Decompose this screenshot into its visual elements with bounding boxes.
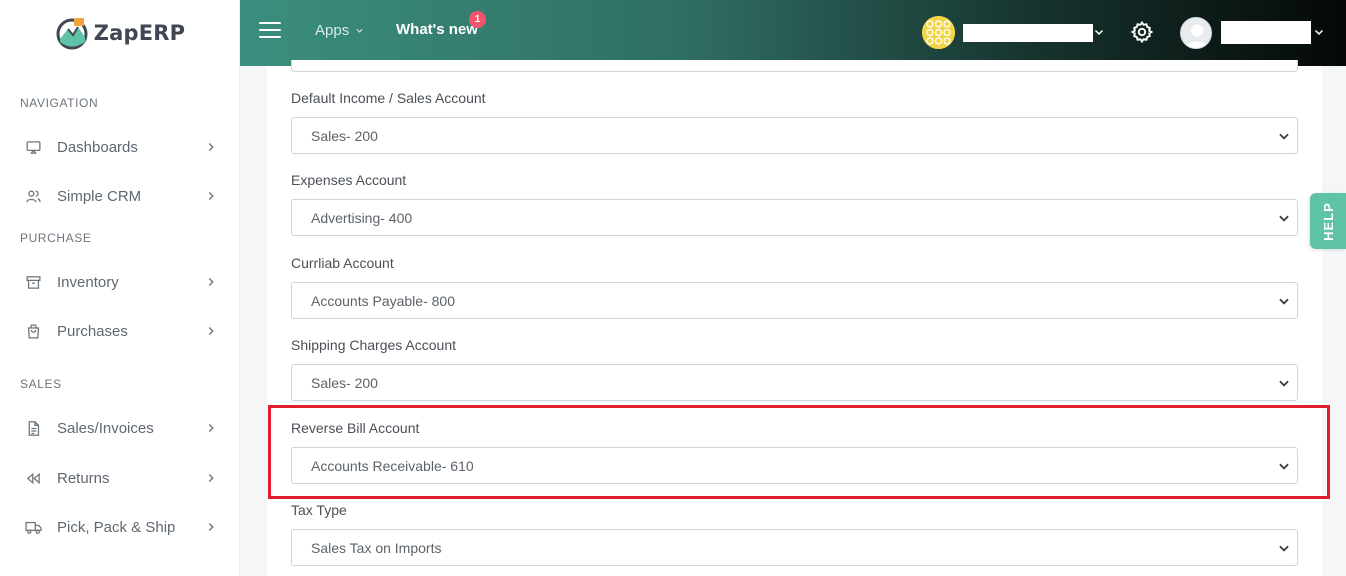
chevron-right-icon [208, 424, 214, 432]
sidebar-item-label: Dashboards [57, 138, 138, 156]
select-value: Accounts Receivable- 610 [311, 457, 474, 474]
chevron-right-icon [208, 327, 214, 335]
sidebar-item-label: Inventory [57, 273, 119, 291]
user-avatar[interactable] [1180, 17, 1212, 49]
nav-section-purchase: PURCHASE [20, 231, 92, 245]
redacted-organization-name[interactable] [963, 24, 1093, 42]
sidebar-item-simple-crm[interactable]: Simple CRM [0, 176, 240, 216]
currliab-account-select[interactable]: Accounts Payable- 800 [291, 282, 1298, 319]
sidebar-item-label: Returns [57, 469, 110, 487]
apps-menu[interactable]: Apps [315, 22, 364, 39]
sidebar: ZapERP NAVIGATION Dashboards Simple CRM … [0, 0, 240, 576]
organization-logo-icon [922, 16, 955, 49]
chevron-down-icon [1279, 298, 1289, 305]
user-placeholder-icon [1181, 18, 1211, 48]
truck-icon [24, 518, 42, 536]
chevron-down-icon [1279, 545, 1289, 552]
top-header: Apps What's new 1 [240, 0, 1346, 66]
nav-section-sales: SALES [20, 377, 62, 391]
sidebar-item-inventory[interactable]: Inventory [0, 262, 240, 302]
chevron-right-icon [208, 278, 214, 286]
organization-avatar[interactable] [922, 16, 955, 49]
file-text-icon [24, 419, 42, 437]
field-label-shipping-charges: Shipping Charges Account [291, 337, 456, 353]
sidebar-item-returns[interactable]: Returns [0, 458, 240, 498]
chevron-down-icon [356, 28, 363, 33]
expenses-account-select[interactable]: Advertising- 400 [291, 199, 1298, 236]
select-value: Sales- 200 [311, 127, 378, 144]
whats-new-link[interactable]: What's new [396, 21, 478, 38]
rewind-icon [24, 469, 42, 487]
chevron-down-icon[interactable] [1093, 24, 1105, 40]
apps-menu-label: Apps [315, 22, 350, 39]
brand-name: ZapERP [93, 21, 186, 45]
field-label-default-income: Default Income / Sales Account [291, 90, 486, 106]
gear-icon[interactable] [1130, 20, 1154, 44]
chevron-down-icon [1279, 215, 1289, 222]
archive-icon [24, 273, 42, 291]
reverse-bill-account-select[interactable]: Accounts Receivable- 610 [291, 447, 1298, 484]
select-value: Accounts Payable- 800 [311, 292, 455, 309]
chevron-right-icon [208, 523, 214, 531]
zaperp-logo-icon [56, 18, 88, 50]
select-value: Advertising- 400 [311, 209, 413, 226]
sidebar-item-dashboards[interactable]: Dashboards [0, 127, 240, 167]
previous-field-select[interactable] [291, 60, 1298, 72]
tax-type-select[interactable]: Sales Tax on Imports [291, 529, 1298, 566]
sidebar-item-pick-pack-ship[interactable]: Pick, Pack & Ship [0, 507, 240, 547]
app-window: ZapERP NAVIGATION Dashboards Simple CRM … [0, 0, 1346, 576]
field-label-currliab: Currliab Account [291, 255, 394, 271]
chevron-down-icon [1279, 463, 1289, 470]
help-tab-label: HELP [1320, 201, 1336, 241]
help-tab[interactable]: HELP [1310, 193, 1346, 249]
redacted-user-name[interactable] [1221, 21, 1311, 44]
field-label-reverse-bill: Reverse Bill Account [291, 420, 420, 436]
sidebar-item-label: Purchases [57, 322, 128, 340]
select-value: Sales- 200 [311, 374, 378, 391]
shipping-charges-account-select[interactable]: Sales- 200 [291, 364, 1298, 401]
sidebar-item-label: Sales/Invoices [57, 419, 154, 437]
field-label-expenses: Expenses Account [291, 172, 407, 188]
settings-form: Default Income / Sales Account Sales- 20… [267, 60, 1322, 576]
chevron-right-icon [208, 192, 214, 200]
sidebar-item-purchases[interactable]: Purchases [0, 311, 240, 351]
chevron-right-icon [208, 143, 214, 151]
sidebar-item-label: Simple CRM [57, 187, 142, 205]
sidebar-item-sales-invoices[interactable]: Sales/Invoices [0, 408, 240, 448]
chevron-right-icon [208, 474, 214, 482]
select-value: Sales Tax on Imports [311, 539, 442, 556]
shopping-bag-icon [24, 322, 42, 340]
sidebar-item-label: Pick, Pack & Ship [57, 518, 176, 536]
nav-section-navigation: NAVIGATION [20, 96, 99, 110]
menu-toggle-icon[interactable] [259, 22, 281, 40]
default-income-account-select[interactable]: Sales- 200 [291, 117, 1298, 154]
monitor-icon [24, 138, 42, 156]
notification-badge: 1 [469, 11, 486, 28]
chevron-down-icon [1279, 380, 1289, 387]
chevron-down-icon[interactable] [1313, 24, 1325, 40]
chevron-down-icon [1279, 133, 1289, 140]
field-label-tax-type: Tax Type [291, 502, 347, 518]
brand-logo[interactable]: ZapERP [0, 0, 239, 66]
users-icon [24, 187, 42, 205]
